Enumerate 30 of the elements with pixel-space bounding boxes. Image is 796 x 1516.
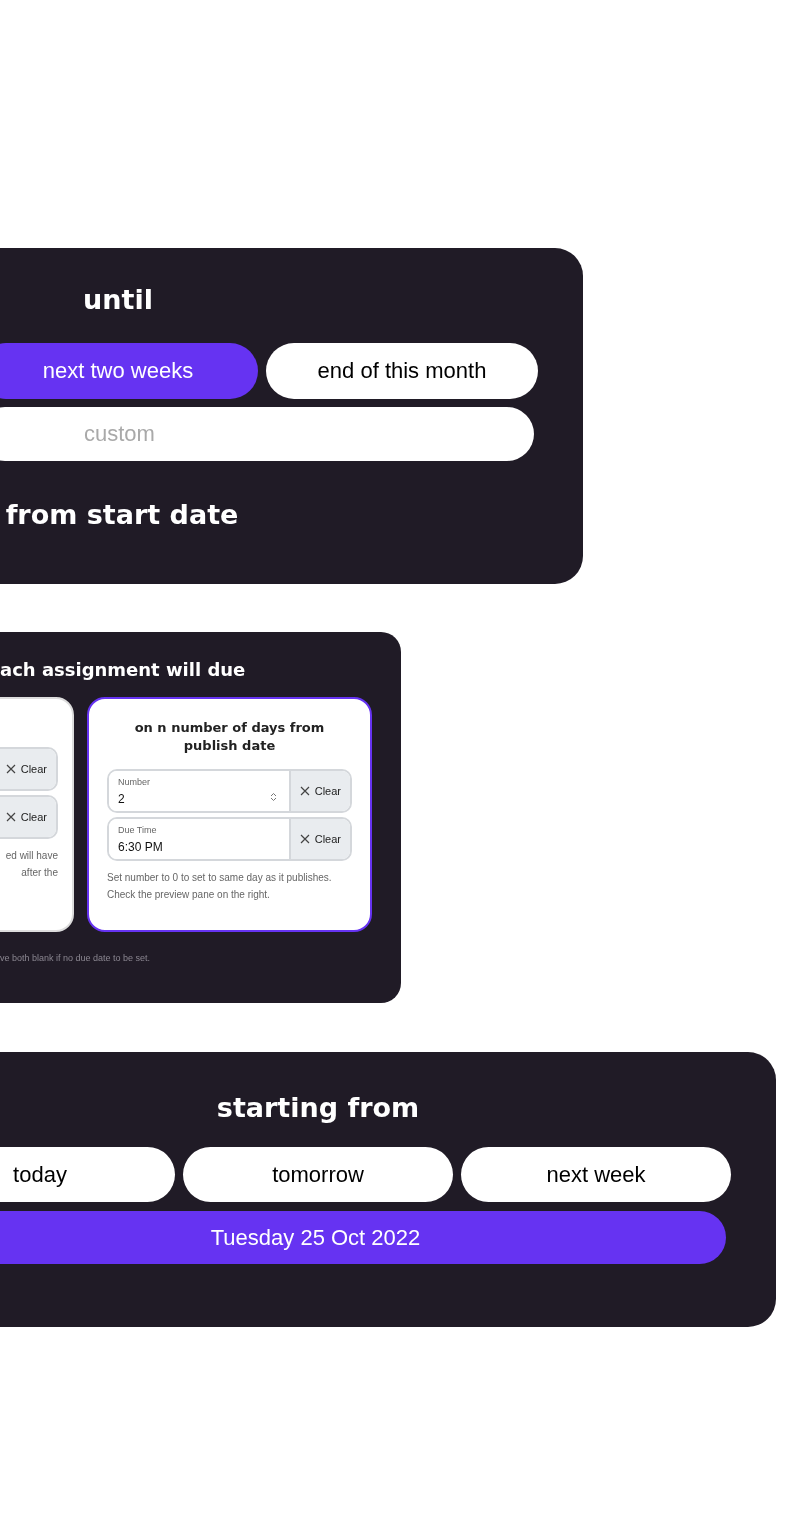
clear-button[interactable]: Clear [0, 749, 56, 789]
clear-button[interactable]: Clear [0, 797, 56, 837]
custom-date-field[interactable]: custom [0, 406, 534, 461]
option-button[interactable]: end of this month [266, 342, 538, 399]
close-icon [299, 834, 310, 844]
panel-heading: until [82, 283, 154, 317]
panel-heading: ach assignment will due [0, 658, 247, 682]
close-icon [5, 764, 16, 774]
help-text: ed will have [4, 849, 58, 863]
help-text: ve both blank if no due date to be set. [0, 952, 152, 965]
card-title: on n number of days from publish date [133, 719, 326, 755]
option-button[interactable]: Tuesday 25 Oct 2022 [0, 1210, 726, 1264]
time-field[interactable]: Due Time 6:30 PM [109, 819, 291, 859]
help-text: Set number to 0 to set to same day as it publishes. Check the preview pane on the right. [107, 871, 333, 902]
field-label: Number [118, 776, 150, 789]
close-icon [5, 812, 16, 822]
option-button[interactable]: tomorrow [183, 1146, 453, 1202]
clear-button[interactable]: Clear [290, 819, 350, 859]
panel-heading: from start date [4, 497, 240, 532]
option-button[interactable]: next two weeks [0, 342, 258, 399]
option-button[interactable]: next week [461, 1146, 731, 1202]
clear-button[interactable]: Clear [290, 771, 350, 811]
help-text: after the [20, 866, 58, 880]
number-field[interactable]: Number 2 [109, 771, 291, 811]
field-label: Due Time [118, 824, 157, 837]
spinner-icon[interactable] [269, 792, 277, 802]
option-card[interactable]: on n number of days from publish date Number 2 Clear Due Time 6:30 PM Clear Set number to 0 to set to same day as it publishes. Check the preview pane on the right. [87, 697, 372, 932]
panel-heading: starting from [215, 1091, 421, 1125]
close-icon [299, 786, 310, 796]
option-button[interactable]: today [0, 1146, 175, 1202]
